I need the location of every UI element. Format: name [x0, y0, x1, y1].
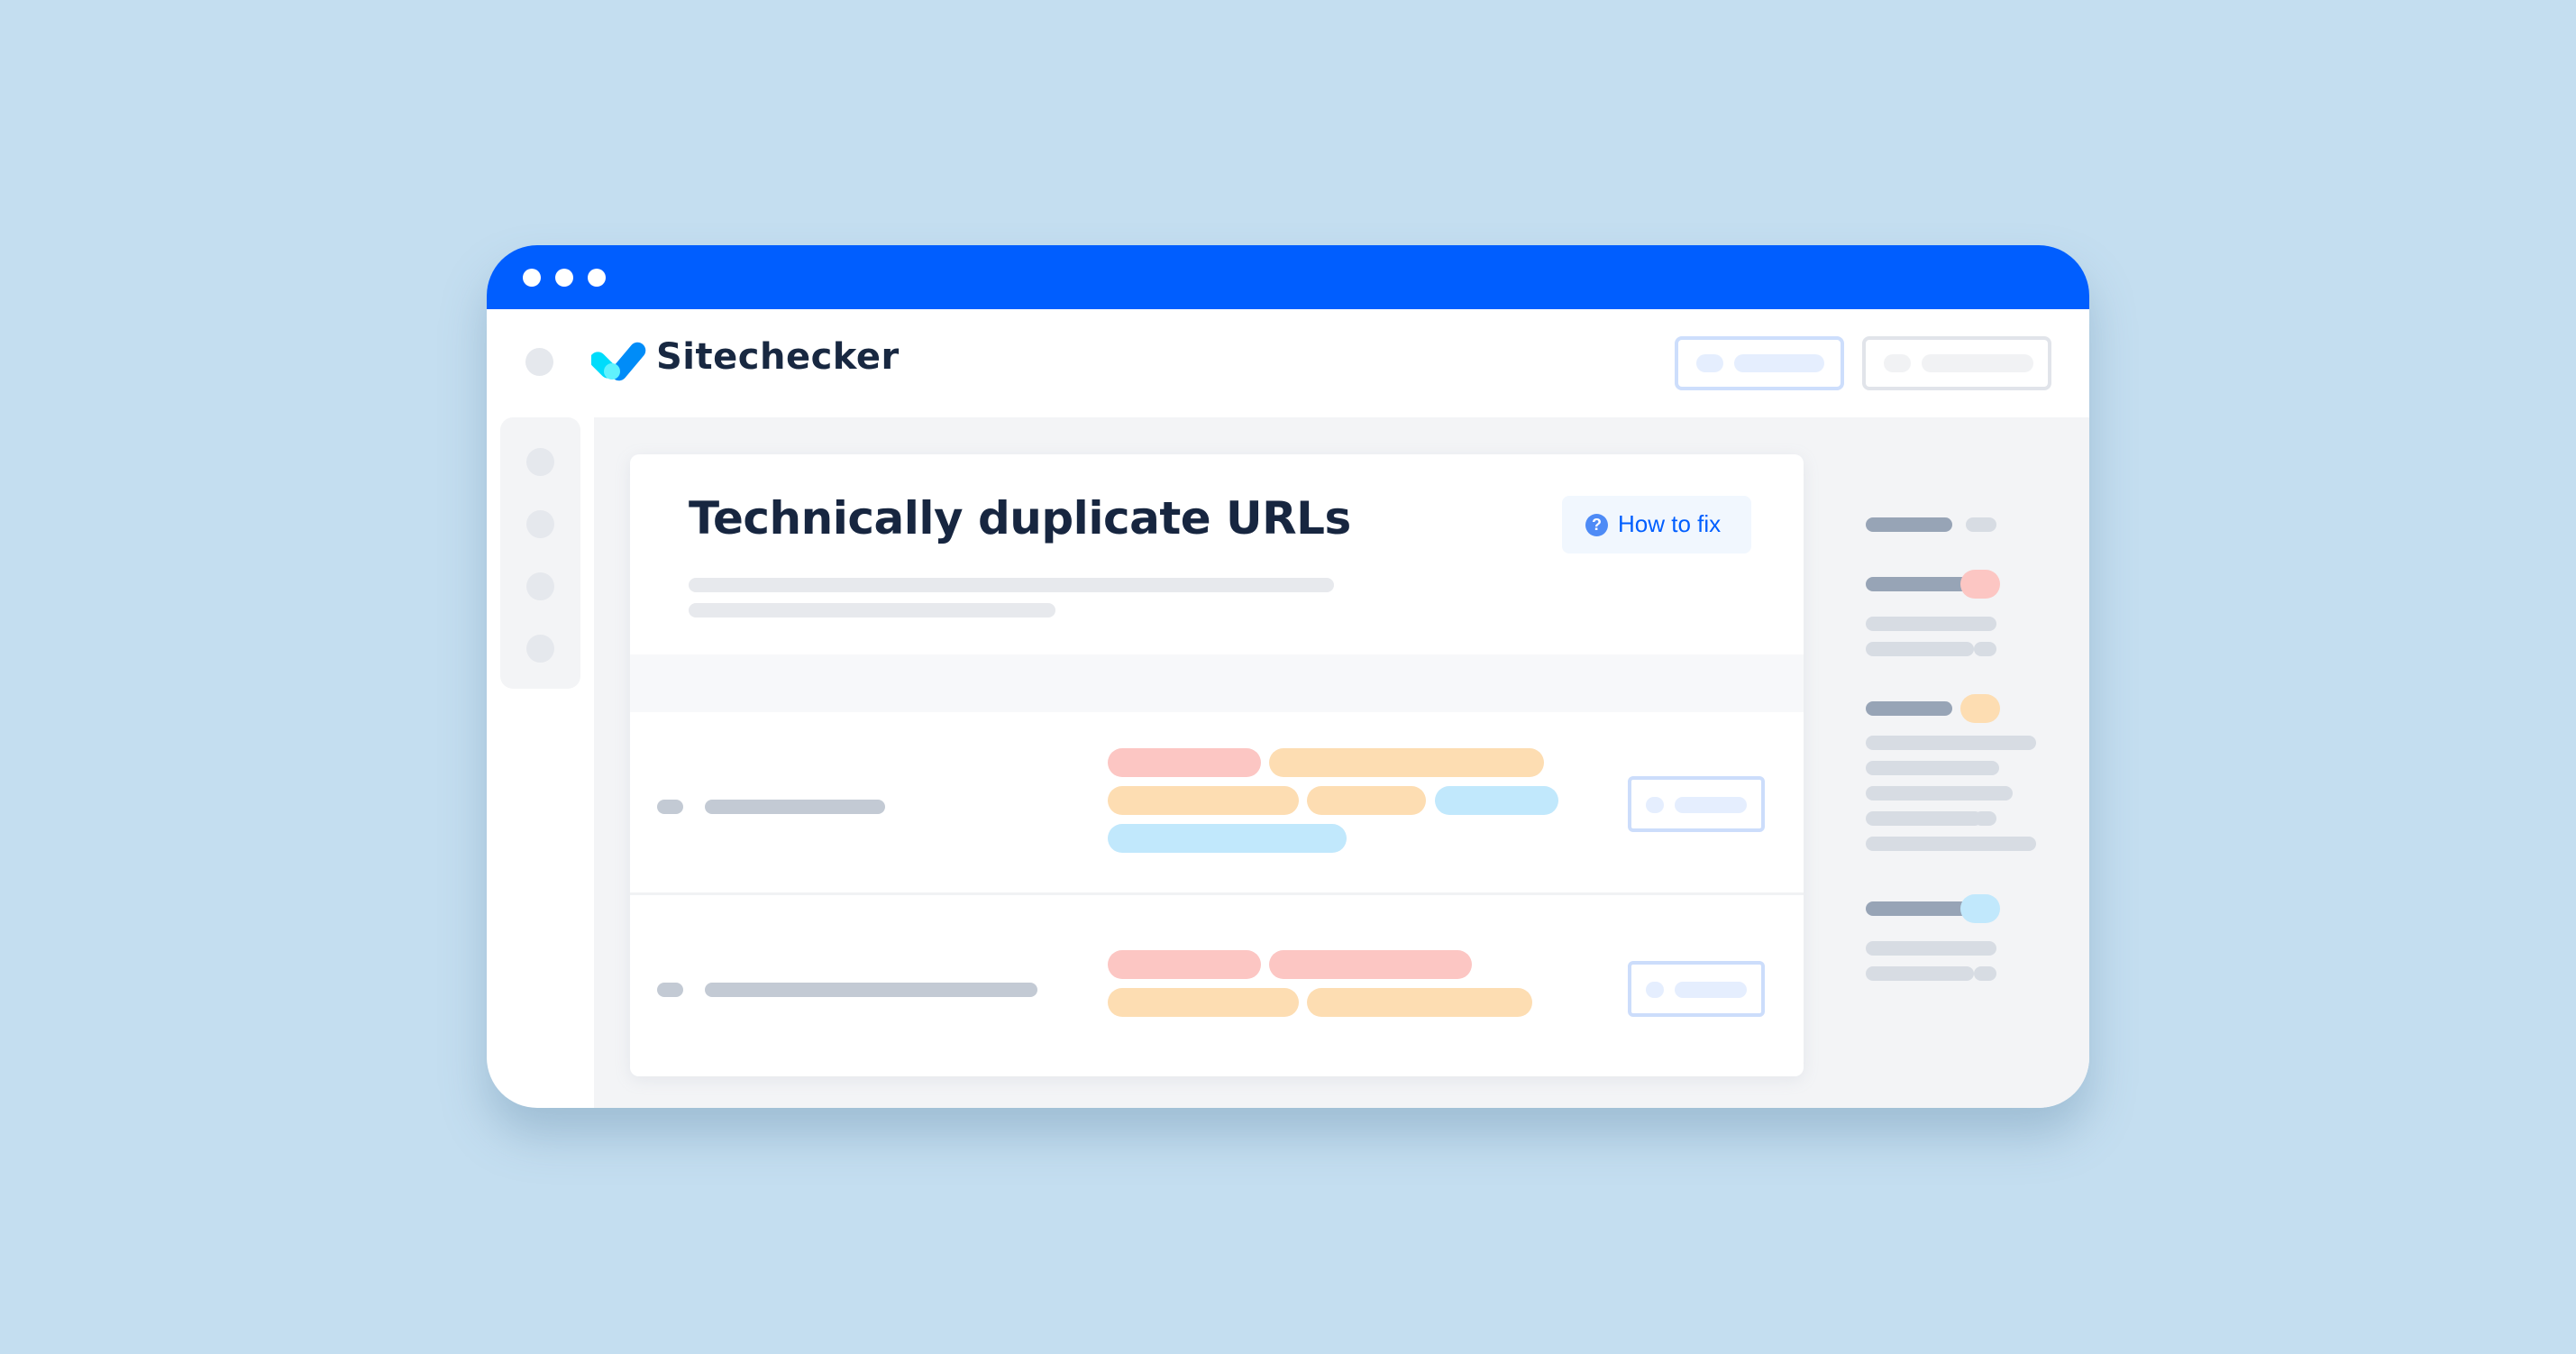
panel-heading-placeholder — [1866, 577, 1969, 591]
window-dot-icon[interactable] — [588, 269, 606, 287]
panel-value-placeholder — [1982, 761, 1996, 775]
panel-value-placeholder — [1974, 811, 1996, 826]
button-label-placeholder — [1675, 797, 1747, 813]
table-header — [630, 654, 1804, 712]
sidebar-item-2[interactable] — [526, 510, 554, 538]
tag-blue — [1108, 824, 1347, 853]
checkmark-logo-icon — [591, 342, 646, 381]
button-icon-placeholder — [1646, 797, 1664, 813]
row-icon-placeholder — [657, 800, 683, 814]
panel-badge-orange — [1960, 694, 2000, 723]
panel-value-placeholder — [1982, 837, 1996, 851]
panel-line-placeholder — [1866, 837, 2036, 851]
button-label-placeholder — [1734, 354, 1824, 372]
panel-value-placeholder — [1978, 786, 1996, 801]
tag-red — [1269, 950, 1472, 979]
how-to-fix-label: How to fix — [1618, 510, 1722, 537]
question-circle-icon: ? — [1585, 514, 1608, 536]
description-line — [689, 578, 1334, 592]
page-title: Technically duplicate URLs — [689, 492, 1351, 544]
how-to-fix-button[interactable]: ? How to fix — [1562, 496, 1751, 553]
panel-badge-blue — [1960, 894, 2000, 923]
tag-blue — [1435, 786, 1558, 815]
panel-line-placeholder — [1866, 966, 1974, 981]
sidebar-item-3[interactable] — [526, 572, 554, 600]
tag-orange — [1269, 748, 1544, 777]
table-row[interactable] — [630, 895, 1804, 1076]
menu-toggle-icon[interactable] — [525, 348, 553, 376]
button-icon-placeholder — [1696, 354, 1723, 372]
panel-count-placeholder — [1966, 517, 1996, 532]
button-icon-placeholder — [1884, 354, 1911, 372]
panel-value-placeholder — [1981, 941, 1996, 956]
sidebar — [500, 417, 580, 689]
tag-red — [1108, 950, 1261, 979]
sidebar-item-4[interactable] — [526, 635, 554, 663]
window-dot-icon[interactable] — [523, 269, 541, 287]
secondary-header-button[interactable] — [1862, 336, 2051, 390]
window-titlebar — [487, 245, 2089, 309]
row-action-button[interactable] — [1628, 776, 1765, 832]
panel-value-placeholder — [1974, 966, 1996, 981]
row-icon-placeholder — [657, 983, 683, 997]
panel-line-placeholder — [1866, 642, 1974, 656]
issue-card: Technically duplicate URLs ? How to fix — [630, 454, 1804, 1076]
sidebar-item-1[interactable] — [526, 448, 554, 476]
button-label-placeholder — [1675, 982, 1747, 998]
tag-orange — [1307, 988, 1532, 1017]
window-dot-icon[interactable] — [555, 269, 573, 287]
tag-orange — [1307, 786, 1426, 815]
panel-heading-placeholder — [1866, 517, 1952, 532]
primary-header-button[interactable] — [1675, 336, 1844, 390]
row-url-placeholder[interactable] — [705, 800, 885, 814]
row-url-placeholder[interactable] — [705, 983, 1037, 997]
button-label-placeholder — [1922, 354, 2033, 372]
panel-value-placeholder — [1981, 617, 1996, 631]
panel-line-placeholder — [1866, 617, 1994, 631]
description-line — [689, 603, 1055, 618]
panel-heading-placeholder — [1866, 901, 1969, 916]
tag-orange — [1108, 786, 1299, 815]
panel-line-placeholder — [1866, 761, 1999, 775]
browser-window: Sitechecker Technically duplicate URLs ?… — [487, 245, 2089, 1108]
panel-heading-placeholder — [1866, 701, 1952, 716]
panel-line-placeholder — [1866, 811, 1982, 826]
content-area: Technically duplicate URLs ? How to fix — [594, 417, 2089, 1108]
row-action-button[interactable] — [1628, 961, 1765, 1017]
panel-value-placeholder — [1974, 642, 1996, 656]
button-icon-placeholder — [1646, 982, 1664, 998]
panel-value-placeholder — [1974, 736, 1996, 750]
tag-orange — [1108, 988, 1299, 1017]
app-header: Sitechecker — [487, 309, 2089, 417]
table-row[interactable] — [630, 712, 1804, 892]
logo-text[interactable]: Sitechecker — [656, 336, 900, 378]
tag-red — [1108, 748, 1261, 777]
panel-line-placeholder — [1866, 736, 2036, 750]
panel-badge-red — [1960, 570, 2000, 599]
summary-panel — [1834, 417, 2089, 1108]
panel-line-placeholder — [1866, 941, 1994, 956]
